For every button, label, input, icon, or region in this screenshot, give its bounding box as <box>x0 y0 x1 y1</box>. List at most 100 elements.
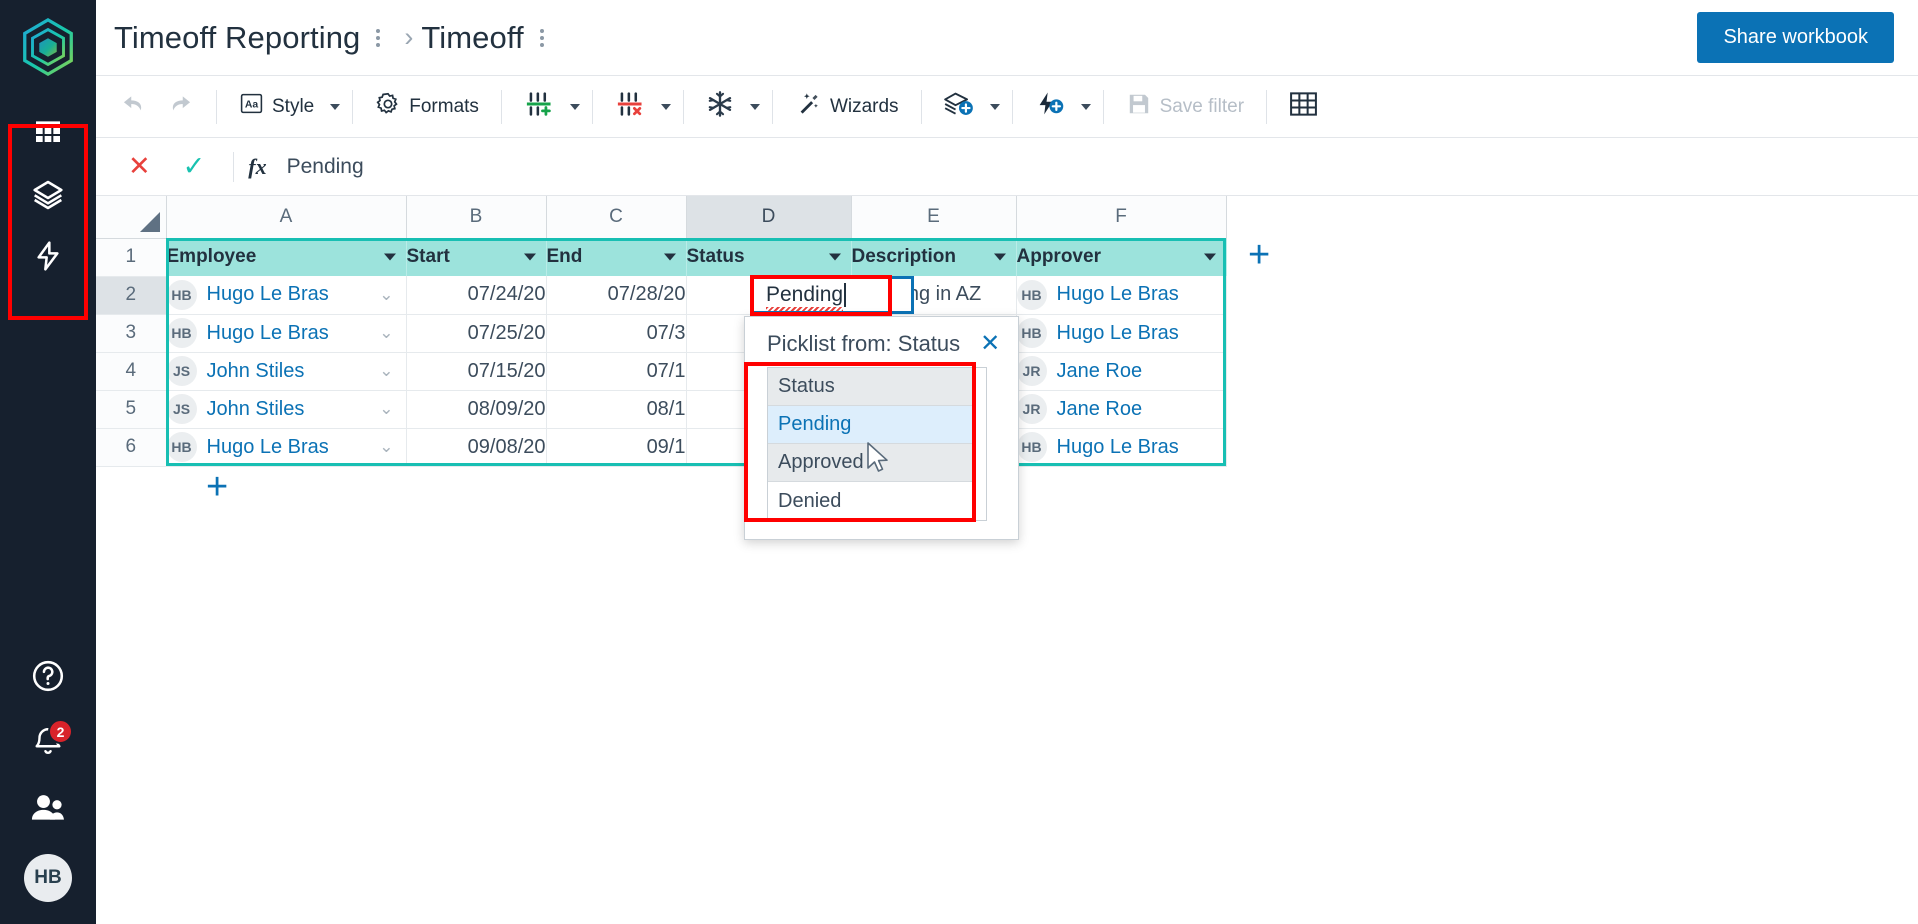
confirm-check-icon[interactable]: ✓ <box>169 149 220 184</box>
insert-rows-caret-icon[interactable] <box>569 103 580 110</box>
picklist-option-denied[interactable]: Denied <box>768 482 986 520</box>
cell-approver[interactable]: HB Hugo Le Bras <box>1016 428 1227 467</box>
sidebar-item-automations[interactable] <box>28 236 68 276</box>
chevron-down-icon[interactable]: ⌄ <box>379 437 393 457</box>
filter-caret-icon[interactable] <box>383 253 396 261</box>
add-column-button[interactable]: + <box>1248 236 1270 274</box>
cell-approver[interactable]: HB Hugo Le Bras <box>1016 276 1227 315</box>
select-all-corner[interactable] <box>96 196 167 239</box>
hexagon-logo-icon[interactable] <box>17 16 79 78</box>
row-header-6[interactable]: 6 <box>96 428 167 467</box>
save-filter-button[interactable]: Save filter <box>1116 85 1254 129</box>
add-row-button[interactable]: + <box>206 468 228 506</box>
cell-approver[interactable]: HB Hugo Le Bras <box>1016 314 1227 353</box>
toolbar-divider <box>1011 89 1013 124</box>
avatar-initials: HB <box>166 432 197 462</box>
filter-caret-icon[interactable] <box>993 253 1006 261</box>
help-circle-icon[interactable] <box>28 656 68 696</box>
table-row: 5 JS John Stiles ⌄ 08/09/20 08/1 in Taho… <box>96 390 1227 429</box>
row-header-2[interactable]: 2 <box>96 276 167 315</box>
avatar-initials: HB <box>1016 432 1047 462</box>
cell-start[interactable]: 07/25/20 <box>406 314 547 353</box>
cancel-x-icon[interactable]: ✕ <box>114 149 165 184</box>
cell-employee[interactable]: JS John Stiles ⌄ <box>166 390 407 429</box>
cell-start[interactable]: 09/08/20 <box>406 428 547 467</box>
cell-end[interactable]: 09/1 <box>546 428 687 467</box>
picklist-scrollbar[interactable] <box>972 368 986 520</box>
picklist-option-status[interactable]: Status <box>768 368 986 406</box>
workbook-menu-kebab-icon[interactable] <box>370 25 386 51</box>
delete-rows-button[interactable] <box>605 84 655 130</box>
chevron-down-icon[interactable]: ⌄ <box>379 323 393 343</box>
add-layer-button[interactable] <box>934 84 984 130</box>
chevron-down-icon[interactable]: ⌄ <box>379 361 393 381</box>
sheet-menu-kebab-icon[interactable] <box>534 25 550 51</box>
style-dropdown-caret-icon[interactable] <box>330 103 341 110</box>
row-header-3[interactable]: 3 <box>96 314 167 353</box>
column-header-b[interactable]: B <box>406 196 547 239</box>
cell-start[interactable]: 08/09/20 <box>406 390 547 429</box>
column-header-f[interactable]: F <box>1016 196 1227 239</box>
sidebar-item-tables[interactable] <box>28 112 68 152</box>
table-column-header-start[interactable]: Start <box>406 238 547 276</box>
table-column-header-end[interactable]: End <box>546 238 687 276</box>
sidebar-item-notifications[interactable]: 2 <box>28 719 73 762</box>
share-workbook-button[interactable]: Share workbook <box>1697 12 1894 63</box>
filter-caret-icon[interactable] <box>523 253 536 261</box>
picklist-option-pending[interactable]: Pending <box>768 406 986 444</box>
cell-approver[interactable]: JR Jane Roe <box>1016 390 1227 429</box>
picklist-option-approved[interactable]: Approved <box>768 444 986 482</box>
undo-button[interactable] <box>110 87 157 126</box>
style-button[interactable]: Aa Style <box>229 85 324 128</box>
insert-rows-button[interactable] <box>514 84 564 130</box>
column-header-e[interactable]: E <box>851 196 1017 239</box>
table-column-header-status[interactable]: Status <box>686 238 852 276</box>
row-header-1[interactable]: 1 <box>96 238 167 277</box>
breadcrumb-item-sheet[interactable]: Timeoff <box>421 20 523 56</box>
cell-start[interactable]: 07/24/20 <box>406 276 547 315</box>
add-layer-caret-icon[interactable] <box>989 103 1000 110</box>
table-column-header-approver[interactable]: Approver <box>1016 238 1227 276</box>
formula-input[interactable]: Pending <box>287 155 364 179</box>
cell-employee[interactable]: HB Hugo Le Bras ⌄ <box>166 314 407 353</box>
cell-end[interactable]: 07/28/20 <box>546 276 687 315</box>
column-header-a[interactable]: A <box>166 196 407 239</box>
cell-employee[interactable]: HB Hugo Le Bras ⌄ <box>166 428 407 467</box>
cell-employee[interactable]: HB Hugo Le Bras ⌄ <box>166 276 407 315</box>
cell-end[interactable]: 08/1 <box>546 390 687 429</box>
cell-end[interactable]: 07/1 <box>546 352 687 391</box>
add-automation-caret-icon[interactable] <box>1080 103 1091 110</box>
add-automation-button[interactable] <box>1025 84 1075 130</box>
table-column-header-description[interactable]: Description <box>851 238 1017 276</box>
person-chip: HB Hugo Le Bras <box>166 432 406 462</box>
cell-employee[interactable]: JS John Stiles ⌄ <box>166 352 407 391</box>
sidebar-item-layers[interactable] <box>28 174 68 214</box>
delete-rows-caret-icon[interactable] <box>660 103 671 110</box>
freeze-caret-icon[interactable] <box>749 103 760 110</box>
cell-end[interactable]: 07/3 <box>546 314 687 353</box>
redo-button[interactable] <box>157 87 204 126</box>
column-header-c[interactable]: C <box>546 196 687 239</box>
breadcrumb-item-workbook[interactable]: Timeoff Reporting <box>114 20 360 56</box>
wizards-button[interactable]: Wizards <box>785 84 909 129</box>
grid-view-button[interactable] <box>1279 85 1328 129</box>
column-header-d[interactable]: D <box>686 196 852 239</box>
formats-button[interactable]: Formats <box>365 85 489 129</box>
freeze-button[interactable] <box>696 84 744 130</box>
filter-caret-icon[interactable] <box>1203 253 1216 261</box>
row-header-4[interactable]: 4 <box>96 352 167 391</box>
people-icon[interactable] <box>28 788 68 828</box>
close-x-icon[interactable]: ✕ <box>980 332 1000 356</box>
chevron-down-icon[interactable]: ⌄ <box>379 285 393 305</box>
cell-start[interactable]: 07/15/20 <box>406 352 547 391</box>
filter-caret-icon[interactable] <box>828 253 841 261</box>
person-chip: JS John Stiles <box>166 356 406 386</box>
chevron-down-icon[interactable]: ⌄ <box>379 399 393 419</box>
avatar[interactable]: HB <box>24 854 72 902</box>
table-column-header-employee[interactable]: Employee <box>166 238 407 276</box>
toolbar-divider <box>352 89 354 124</box>
row-header-5[interactable]: 5 <box>96 390 167 429</box>
filter-caret-icon[interactable] <box>663 253 676 261</box>
cell-approver[interactable]: JR Jane Roe <box>1016 352 1227 391</box>
active-cell-editor[interactable]: Pending <box>751 276 914 314</box>
